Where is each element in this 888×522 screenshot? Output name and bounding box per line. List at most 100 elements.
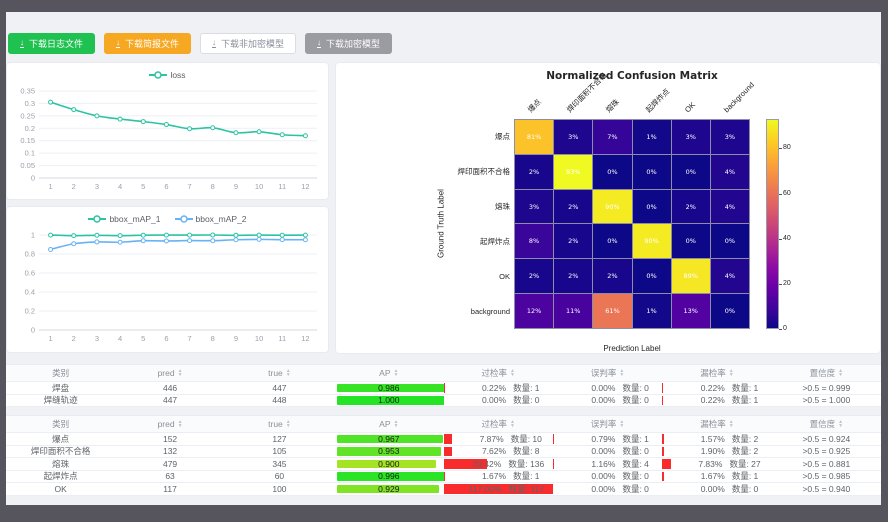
- ap-cell: 0.929: [334, 483, 443, 496]
- rate-value: 1.67%: [676, 471, 725, 481]
- cm-col-label: 熔珠: [604, 97, 622, 115]
- class-cell: 焊盘: [6, 382, 115, 395]
- download-unencrypted-model-button[interactable]: ↓下载非加密模型: [200, 33, 296, 54]
- rate-bar: [662, 472, 664, 482]
- rate-count: 数量: 1: [732, 382, 758, 394]
- col-header-ap[interactable]: AP▲▼: [334, 416, 443, 433]
- legend-item[interactable]: bbox_mAP_2: [175, 214, 247, 224]
- svg-text:0: 0: [31, 326, 35, 335]
- cm-cell: 0%: [711, 294, 749, 328]
- col-header-true[interactable]: true▲▼: [225, 365, 334, 382]
- rate-bar: [662, 383, 663, 393]
- rate-value: 0.00%: [566, 395, 615, 405]
- class-cell: 焊缝轨迹: [6, 395, 115, 408]
- cm-col-label: OK: [683, 100, 698, 115]
- cm-cell: 0%: [593, 155, 631, 189]
- svg-text:3: 3: [95, 334, 99, 343]
- svg-text:7: 7: [187, 334, 191, 343]
- col-header-conf[interactable]: 置信度▲▼: [772, 365, 881, 382]
- misjudge-cell: 0.00%数量: 0: [553, 446, 662, 459]
- confidence-cell: >0.5 = 0.925: [772, 446, 881, 459]
- download-log-button[interactable]: ↓下载日志文件: [8, 33, 95, 54]
- col-header-pred[interactable]: pred▲▼: [115, 416, 224, 433]
- rate-count: 数量: 0: [622, 382, 648, 394]
- pred-cell: 117: [115, 483, 224, 496]
- sort-icon[interactable]: ▲▼: [729, 369, 734, 377]
- colorbar-tick-label: 40: [783, 235, 791, 243]
- sort-icon[interactable]: ▲▼: [619, 369, 624, 377]
- download-encrypted-model-button[interactable]: ↓下载加密模型: [305, 33, 392, 54]
- cm-cell: 4%: [711, 259, 749, 293]
- missdetect-cell: 0.22%数量: 1: [662, 382, 771, 395]
- col-header-label: 类别: [52, 367, 69, 379]
- ap-value: 0.986: [378, 383, 399, 393]
- misjudge-cell: 0.00%数量: 0: [553, 483, 662, 496]
- rate-value: 0.00%: [566, 471, 615, 481]
- rate-count: 数量: 117: [509, 483, 544, 495]
- sort-icon[interactable]: ▲▼: [510, 420, 515, 428]
- ap-cell: 0.900: [334, 458, 443, 471]
- col-header-pred[interactable]: pred▲▼: [115, 365, 224, 382]
- true-cell: 60: [225, 471, 334, 484]
- col-header-class: 类别: [6, 365, 115, 382]
- legend-marker-icon: [149, 70, 167, 80]
- sort-icon[interactable]: ▲▼: [286, 369, 291, 377]
- svg-text:2: 2: [72, 182, 76, 191]
- col-header-label: true: [268, 368, 283, 378]
- sort-icon[interactable]: ▲▼: [838, 369, 843, 377]
- sort-icon[interactable]: ▲▼: [178, 369, 183, 377]
- rate-bar: [662, 447, 664, 457]
- rate-value: 0.00%: [566, 383, 615, 393]
- rate-count: 数量: 0: [622, 471, 648, 483]
- col-header-miss[interactable]: 漏检率▲▼: [662, 365, 771, 382]
- col-header-miss[interactable]: 漏检率▲▼: [662, 416, 771, 433]
- rate-value: 0.00%: [676, 484, 725, 494]
- col-header-ap[interactable]: AP▲▼: [334, 365, 443, 382]
- map-chart: 00.20.40.60.81123456789101112: [7, 227, 328, 350]
- rate-value: 0.00%: [566, 484, 615, 494]
- sort-icon[interactable]: ▲▼: [729, 420, 734, 428]
- col-header-over[interactable]: 过检率▲▼: [444, 365, 553, 382]
- cm-cell: 0%: [672, 155, 710, 189]
- dashboard-main: loss 00.050.10.150.20.250.30.35123456789…: [6, 62, 881, 354]
- rate-value: 1.67%: [457, 471, 506, 481]
- rate-bar: [553, 459, 554, 469]
- sort-icon[interactable]: ▲▼: [510, 369, 515, 377]
- sort-icon[interactable]: ▲▼: [619, 420, 624, 428]
- col-header-label: 过检率: [481, 418, 507, 430]
- col-header-mis[interactable]: 误判率▲▼: [553, 416, 662, 433]
- misjudge-cell: 0.00%数量: 0: [553, 395, 662, 408]
- sort-icon[interactable]: ▲▼: [394, 369, 399, 377]
- cm-cell: 1%: [633, 120, 671, 154]
- cm-col-label: background: [722, 80, 757, 115]
- sort-icon[interactable]: ▲▼: [394, 420, 399, 428]
- overdetect-cell: 7.62%数量: 8: [444, 446, 553, 459]
- sort-icon[interactable]: ▲▼: [838, 420, 843, 428]
- cm-cell: 7%: [593, 120, 631, 154]
- misjudge-cell: 0.00% 数量: 0: [553, 382, 662, 395]
- sort-icon[interactable]: ▲▼: [178, 420, 183, 428]
- svg-text:4: 4: [118, 334, 122, 343]
- rate-bar: [444, 434, 453, 444]
- ap-cell: 0.996: [334, 471, 443, 484]
- rate-count: 数量: 2: [732, 446, 758, 458]
- map-chart-legend: bbox_mAP_1 bbox_mAP_2: [7, 211, 328, 227]
- cm-cell: 3%: [672, 120, 710, 154]
- col-header-conf[interactable]: 置信度▲▼: [772, 416, 881, 433]
- overdetect-cell: 1.67%数量: 1: [444, 471, 553, 484]
- col-header-over[interactable]: 过检率▲▼: [444, 416, 553, 433]
- confidence-cell: >0.5 = 0.985: [772, 471, 881, 484]
- svg-text:8: 8: [211, 334, 215, 343]
- download-report-button[interactable]: ↓下载简报文件: [104, 33, 191, 54]
- confidence-cell: >0.5 = 0.999: [772, 382, 881, 395]
- legend-item[interactable]: bbox_mAP_1: [88, 214, 160, 224]
- rate-count: 数量: 136: [508, 458, 544, 470]
- ap-cell: 1.000: [334, 395, 443, 408]
- col-header-label: 类别: [52, 418, 69, 430]
- col-header-label: 置信度: [810, 367, 836, 379]
- legend-item[interactable]: loss: [149, 70, 185, 80]
- col-header-mis[interactable]: 误判率▲▼: [553, 365, 662, 382]
- rate-bar: [444, 472, 446, 482]
- sort-icon[interactable]: ▲▼: [286, 420, 291, 428]
- col-header-true[interactable]: true▲▼: [225, 416, 334, 433]
